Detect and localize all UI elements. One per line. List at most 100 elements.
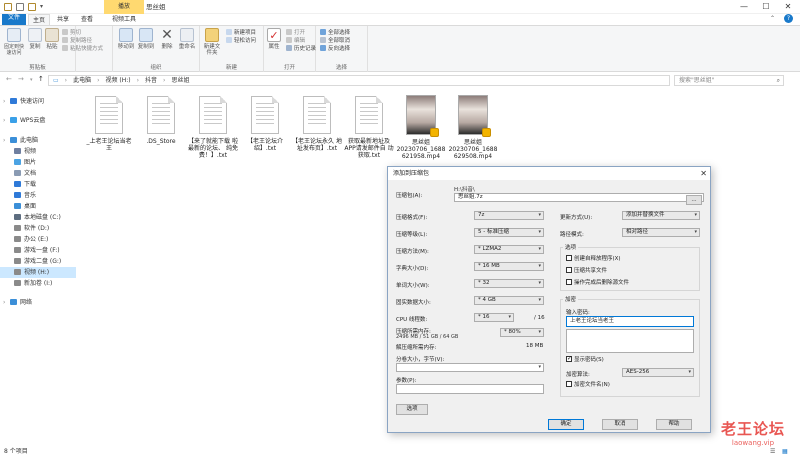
customize-chevron-icon[interactable]: ▾ bbox=[40, 3, 48, 11]
rename-button[interactable]: 重命名 bbox=[177, 28, 197, 50]
expand-chevron-icon[interactable]: › bbox=[3, 115, 5, 126]
solid-size-select[interactable]: * 4 GB ▾ bbox=[474, 296, 544, 305]
delete-after-checkbox-box[interactable] bbox=[566, 279, 572, 285]
level-select[interactable]: 5 - 标准压缩 ▾ bbox=[474, 228, 544, 237]
minimize-button[interactable]: — bbox=[734, 0, 754, 14]
file-item[interactable]: 【来了就能下载 啦最新的论坛、 纯免费！】.txt bbox=[188, 92, 238, 159]
nav-item[interactable]: 视频 (H:) bbox=[0, 267, 76, 278]
select-none-button[interactable]: 全部取消 bbox=[320, 37, 350, 45]
dictionary-select[interactable]: * 16 MB ▾ bbox=[474, 262, 544, 271]
properties-button[interactable]: ✓ 属性 bbox=[266, 28, 282, 50]
maximize-button[interactable]: ☐ bbox=[756, 0, 776, 14]
file-item[interactable]: _上老王论坛当老王 bbox=[84, 92, 134, 152]
cut-button[interactable]: 剪切 bbox=[62, 29, 81, 37]
properties-quick-icon[interactable] bbox=[16, 3, 24, 11]
easy-access-button[interactable]: 轻松访问 bbox=[226, 37, 256, 45]
new-folder-quick-icon[interactable] bbox=[28, 3, 36, 11]
sfx-checkbox-box[interactable] bbox=[566, 255, 572, 261]
select-all-button[interactable]: 全部选择 bbox=[320, 29, 350, 37]
nav-item[interactable]: › 网络 bbox=[0, 297, 76, 308]
copy-path-button[interactable]: 复制路径 bbox=[62, 37, 92, 45]
paste-button[interactable]: 粘贴 bbox=[45, 28, 59, 50]
nav-item[interactable]: 图片 bbox=[0, 157, 76, 168]
file-item[interactable]: 获取最新地址及 APP请发邮件自 动获取.txt bbox=[344, 92, 394, 159]
nav-item[interactable]: 桌面 bbox=[0, 201, 76, 212]
breadcrumb-pc[interactable]: 此电脑 bbox=[73, 77, 91, 84]
move-to-button[interactable]: 移动到 bbox=[117, 28, 135, 50]
nav-item[interactable]: 办公 (E:) bbox=[0, 234, 76, 245]
pin-quick-access-button[interactable]: 固定到快速访问 bbox=[2, 28, 26, 56]
method-select[interactable]: * LZMA2 ▾ bbox=[474, 245, 544, 254]
nav-item[interactable]: 文档 bbox=[0, 168, 76, 179]
shared-files-checkbox[interactable]: 压缩共享文件 bbox=[566, 267, 607, 275]
split-size-combo[interactable]: ▾ bbox=[396, 363, 544, 372]
nav-item[interactable]: 游戏一盘 (F:) bbox=[0, 245, 76, 256]
tab-share[interactable]: 共享 bbox=[52, 14, 74, 25]
shared-files-checkbox-box[interactable] bbox=[566, 267, 572, 273]
forward-button[interactable]: → bbox=[18, 75, 24, 83]
sfx-checkbox[interactable]: 创建自释放程序(X) bbox=[566, 255, 621, 263]
expand-chevron-icon[interactable]: › bbox=[3, 297, 5, 308]
nav-item[interactable]: › 此电脑 bbox=[0, 135, 76, 146]
parameters-input[interactable] bbox=[396, 384, 544, 394]
delete-after-checkbox[interactable]: 操作完成后删除源文件 bbox=[566, 279, 629, 287]
memory-percent-select[interactable]: * 80% ▾ bbox=[500, 328, 544, 337]
nav-item[interactable]: 下载 bbox=[0, 179, 76, 190]
nav-item[interactable]: › WPS云盘 bbox=[0, 115, 76, 126]
file-item[interactable]: 思丝姐 20230706_1688 621958.mp4 bbox=[396, 92, 446, 160]
dialog-close-button[interactable]: ✕ bbox=[700, 167, 707, 180]
password-input[interactable]: 上老王论坛当老王 bbox=[566, 316, 694, 327]
nav-item[interactable]: › 快速访问 bbox=[0, 96, 76, 107]
breadcrumb-douyin[interactable]: 抖音 bbox=[145, 77, 157, 84]
breadcrumb-drive-h[interactable]: 视频 (H:) bbox=[106, 77, 131, 84]
password-reenter-area[interactable] bbox=[566, 329, 694, 353]
recent-locations-icon[interactable]: ▾ bbox=[30, 77, 33, 83]
close-button[interactable]: ✕ bbox=[778, 0, 798, 14]
back-button[interactable]: ← bbox=[6, 75, 12, 83]
breadcrumb-current[interactable]: 思丝姐 bbox=[171, 77, 189, 84]
nav-item[interactable]: 视频 bbox=[0, 146, 76, 157]
encrypt-names-checkbox[interactable]: 加密文件名(N) bbox=[566, 381, 610, 389]
cancel-button[interactable]: 取消 bbox=[602, 419, 638, 430]
nav-item[interactable]: 游戏二盘 (G:) bbox=[0, 256, 76, 267]
paste-shortcut-button[interactable]: 粘贴快捷方式 bbox=[62, 45, 103, 53]
edit-button[interactable]: 编辑 bbox=[286, 37, 305, 45]
encryption-method-select[interactable]: AES-256 ▾ bbox=[622, 368, 694, 377]
large-icons-view-icon[interactable]: ▦ bbox=[782, 446, 788, 458]
details-view-icon[interactable]: ☰ bbox=[770, 446, 775, 458]
update-mode-select[interactable]: 添加并替换文件 ▾ bbox=[622, 211, 700, 220]
tab-video-tools[interactable]: 视频工具 bbox=[104, 14, 144, 25]
invert-selection-button[interactable]: 反向选择 bbox=[320, 45, 350, 53]
tab-file[interactable]: 文件 bbox=[2, 14, 26, 25]
ribbon-collapse-icon[interactable]: ⌃ bbox=[770, 15, 775, 22]
nav-item[interactable]: 软件 (D:) bbox=[0, 223, 76, 234]
new-folder-button[interactable]: 新建文件夹 bbox=[202, 28, 222, 56]
help-icon[interactable]: ? bbox=[784, 14, 793, 23]
address-field[interactable]: ▭ › 此电脑 › 视频 (H:) › 抖音 › 思丝姐 bbox=[48, 75, 670, 86]
open-button[interactable]: 打开 bbox=[286, 29, 305, 37]
format-select[interactable]: 7z ▾ bbox=[474, 211, 544, 220]
show-password-checkbox[interactable]: 显示密码(S) bbox=[566, 355, 604, 364]
nav-item[interactable]: 本地磁盘 (C:) bbox=[0, 212, 76, 223]
archive-name-combo[interactable]: 思丝姐.7z▾ bbox=[454, 193, 704, 202]
show-password-checkbox-box[interactable] bbox=[566, 355, 572, 363]
file-item[interactable]: 思丝姐 20230706_1688 629508.mp4 bbox=[448, 92, 498, 160]
new-item-button[interactable]: 新建项目 bbox=[226, 29, 256, 37]
encrypt-names-checkbox-box[interactable] bbox=[566, 381, 572, 387]
cpu-threads-select[interactable]: * 16 ▾ bbox=[474, 313, 514, 322]
expand-chevron-icon[interactable]: › bbox=[3, 96, 5, 107]
search-input[interactable]: 搜索"思丝姐" ⌕ bbox=[674, 75, 784, 86]
ok-button[interactable]: 确定 bbox=[548, 419, 584, 430]
word-size-select[interactable]: * 32 ▾ bbox=[474, 279, 544, 288]
help-button[interactable]: 帮助 bbox=[656, 419, 692, 430]
browse-button[interactable]: ... bbox=[686, 195, 702, 205]
tab-view[interactable]: 查看 bbox=[76, 14, 98, 25]
history-button[interactable]: 历史记录 bbox=[286, 45, 316, 53]
nav-item[interactable]: 新加卷 (I:) bbox=[0, 278, 76, 289]
up-button[interactable]: ↑ bbox=[38, 75, 44, 83]
delete-button[interactable]: ✕ 删除 bbox=[159, 28, 175, 50]
copy-button[interactable]: 复制 bbox=[28, 28, 42, 50]
file-item[interactable]: 【老王论坛介 绍】.txt bbox=[240, 92, 290, 152]
copy-to-button[interactable]: 复制到 bbox=[137, 28, 155, 50]
options-button[interactable]: 选项 bbox=[396, 404, 428, 415]
